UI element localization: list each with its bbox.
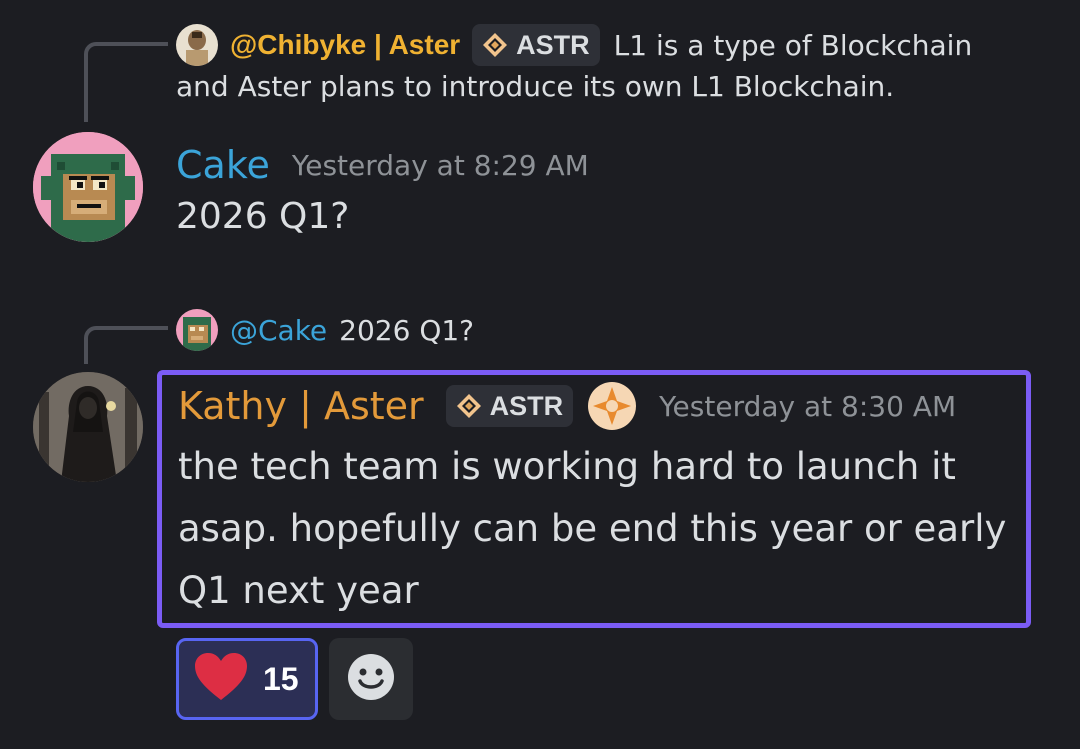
- reply-connector: [84, 326, 168, 364]
- message-content: the tech team is working hard to launch …: [178, 445, 1007, 612]
- reply-preview-chibyke[interactable]: @Chibyke | Aster ASTR L1 is a type of Bl…: [176, 22, 972, 68]
- aster-logo-icon: [456, 393, 482, 419]
- kathy-avatar[interactable]: [33, 372, 143, 482]
- cake-mini-avatar[interactable]: [176, 309, 218, 351]
- message-header: Kathy | Aster ASTR Yesterday at 8:30 AM: [178, 380, 956, 432]
- add-reaction-button[interactable]: [329, 638, 413, 720]
- reply-text[interactable]: 2026 Q1?: [339, 314, 474, 347]
- author-name[interactable]: Cake: [176, 143, 270, 187]
- reply-connector: [84, 42, 168, 122]
- server-tag[interactable]: ASTR: [472, 24, 600, 66]
- message-header: Cake Yesterday at 8:29 AM: [176, 140, 589, 190]
- timestamp[interactable]: Yesterday at 8:29 AM: [292, 149, 589, 182]
- heart-reaction-button[interactable]: 15: [176, 638, 318, 720]
- tag-label: ASTR: [489, 390, 564, 421]
- cake-avatar[interactable]: [33, 132, 143, 242]
- author-name[interactable]: Kathy | Aster: [178, 384, 424, 428]
- heart-icon: [193, 652, 249, 706]
- reply-preview-cake[interactable]: @Cake 2026 Q1?: [176, 308, 474, 352]
- message-content: 2026 Q1?: [176, 196, 350, 237]
- reply-text[interactable]: L1 is a type of Blockchain: [614, 29, 973, 62]
- role-icon[interactable]: [587, 381, 637, 431]
- server-tag[interactable]: ASTR: [445, 385, 574, 427]
- tag-label: ASTR: [516, 29, 590, 60]
- reply-author[interactable]: @Chibyke | Aster: [230, 29, 460, 61]
- smiley-icon: [347, 653, 395, 705]
- reply-author[interactable]: @Cake: [230, 314, 327, 347]
- aster-logo-icon: [482, 32, 508, 58]
- chibyke-avatar[interactable]: [176, 24, 218, 66]
- reply-text-continued[interactable]: and Aster plans to introduce its own L1 …: [176, 70, 894, 103]
- reaction-count: 15: [263, 660, 299, 697]
- timestamp[interactable]: Yesterday at 8:30 AM: [659, 390, 956, 423]
